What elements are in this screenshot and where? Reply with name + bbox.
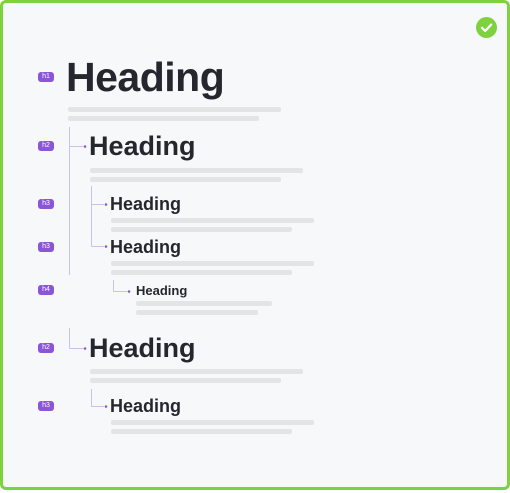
text-placeholder-line xyxy=(68,107,281,112)
text-placeholder-line xyxy=(111,429,292,434)
heading-h1: Heading xyxy=(66,54,225,100)
level-tag-h3: h3 xyxy=(38,401,54,411)
heading-h3: Heading xyxy=(110,237,182,257)
heading-outline-card: h1 Heading h2 Heading h3 Heading h3 Head… xyxy=(0,0,510,490)
text-placeholder-line xyxy=(90,168,303,173)
text-placeholder-line xyxy=(111,261,314,266)
text-placeholder-line xyxy=(111,270,292,275)
text-placeholder-line xyxy=(136,301,272,306)
text-placeholder-line xyxy=(90,369,303,374)
level-tag-h2: h2 xyxy=(38,141,54,151)
level-tag-h3: h3 xyxy=(38,199,54,209)
text-placeholder-line xyxy=(68,116,259,121)
heading-h4: Heading xyxy=(136,283,188,298)
text-placeholder-line xyxy=(111,227,292,232)
level-tag-h2: h2 xyxy=(38,343,54,353)
text-placeholder-line xyxy=(90,378,281,383)
text-placeholder-line xyxy=(136,310,258,315)
heading-h3: Heading xyxy=(110,194,182,214)
level-tag-h3: h3 xyxy=(38,242,54,252)
level-tag-h1: h1 xyxy=(38,72,54,82)
text-placeholder-line xyxy=(111,420,314,425)
text-placeholder-line xyxy=(111,218,314,223)
heading-h3: Heading xyxy=(110,396,182,416)
text-placeholder-line xyxy=(90,177,281,182)
heading-h2: Heading xyxy=(89,131,196,161)
level-tag-h4: h4 xyxy=(38,285,54,295)
heading-h2: Heading xyxy=(89,333,196,363)
